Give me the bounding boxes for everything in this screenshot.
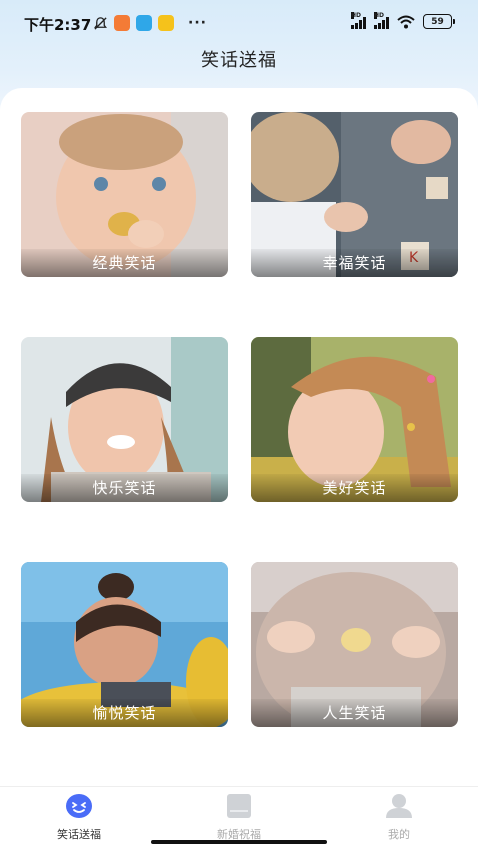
card-icon — [227, 794, 251, 818]
card-label: 美好笑话 — [251, 474, 458, 502]
wifi-icon — [397, 15, 415, 28]
status-bar: 下午2:37 ··· HD HD 59 — [0, 0, 478, 44]
signal-icon: HD — [351, 11, 366, 29]
card-label: 经典笑话 — [21, 249, 228, 277]
main-content: 经典笑话 K 幸福笑话 快乐笑话 — [0, 88, 478, 788]
tab-mine[interactable]: 我的 — [349, 793, 449, 842]
signal-icon: HD — [374, 11, 389, 29]
tab-wedding-blessing[interactable]: 新婚祝福 — [189, 793, 289, 842]
battery-level: 59 — [431, 16, 444, 27]
notification-icons: ··· — [93, 15, 207, 31]
battery-icon: 59 — [423, 14, 455, 29]
app-notification-icon — [136, 15, 152, 31]
page-title: 笑话送福 — [201, 50, 277, 71]
category-card-happiness[interactable]: K 幸福笑话 — [251, 112, 458, 277]
tab-jokes-blessing[interactable]: 笑话送福 — [29, 793, 129, 842]
category-card-classic[interactable]: 经典笑话 — [21, 112, 228, 277]
card-label: 幸福笑话 — [251, 249, 458, 277]
user-icon — [386, 794, 412, 818]
tab-label: 我的 — [388, 828, 410, 841]
status-time: 下午2:37 — [24, 16, 92, 34]
category-card-delight[interactable]: 愉悦笑话 — [21, 562, 228, 727]
bell-muted-icon — [94, 16, 107, 30]
category-card-beautiful[interactable]: 美好笑话 — [251, 337, 458, 502]
card-label: 快乐笑话 — [21, 474, 228, 502]
card-label: 人生笑话 — [251, 699, 458, 727]
app-notification-icon — [158, 15, 174, 31]
system-status: HD HD 59 — [351, 11, 455, 29]
tab-label: 笑话送福 — [57, 828, 101, 841]
smiley-face-icon — [66, 794, 92, 818]
card-label: 愉悦笑话 — [21, 699, 228, 727]
app-notification-icon — [114, 15, 130, 31]
home-indicator[interactable] — [151, 840, 327, 844]
category-card-joy[interactable]: 快乐笑话 — [21, 337, 228, 502]
more-notifications-icon: ··· — [188, 15, 207, 31]
category-card-life[interactable]: 人生笑话 — [251, 562, 458, 727]
